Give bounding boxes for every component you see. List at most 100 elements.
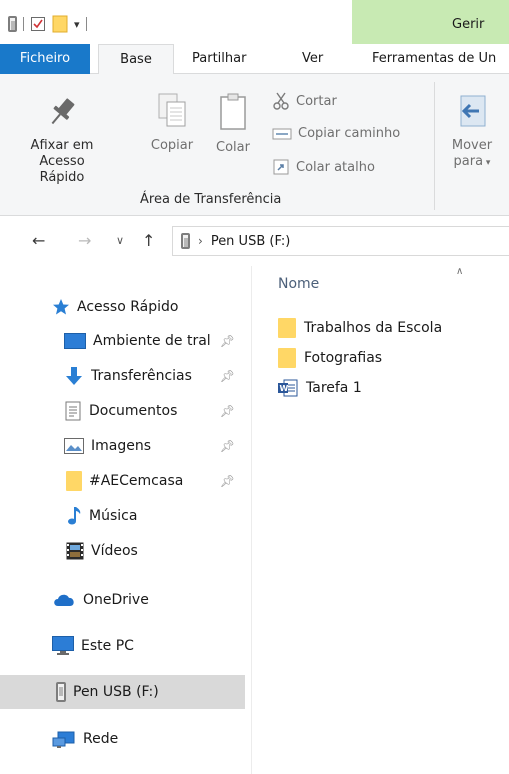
file-list-pane: ∧ Nome Trabalhos da Escola Fotografias W… [252,266,509,774]
title-bar: ▾ Gerir [0,0,509,44]
scissors-icon [273,92,289,110]
paste-button[interactable]: Colar [208,92,258,156]
file-name: Fotografias [304,350,383,366]
pin-icon[interactable]: 📌︎ [220,439,235,453]
file-name: Trabalhos da Escola [304,320,443,336]
up-arrow-icon[interactable]: ↑ [142,231,155,250]
tab-view[interactable]: Ver [302,44,323,74]
forward-arrow-icon[interactable]: → [78,231,91,250]
pin-to-quick-access-button[interactable]: Afixar em Acesso Rápido [22,94,102,186]
pin-icon[interactable]: 📌︎ [220,474,235,488]
nav-item-network[interactable]: Rede [0,722,245,756]
back-arrow-icon[interactable]: ← [32,231,45,250]
desktop-icon [64,333,86,349]
usb-drive-icon [181,233,190,249]
tab-home[interactable]: Base [98,44,174,75]
usb-drive-icon [8,16,17,32]
folder-icon [278,348,296,368]
pin-label-line2: Acesso Rápido [39,154,85,185]
cut-button[interactable]: Cortar [272,92,337,110]
move-to-dropdown-icon: ▾ [483,158,491,168]
nav-label: Pen USB (F:) [73,684,159,700]
clipboard-icon [220,93,246,130]
nav-label: #AECemcasa [89,473,184,489]
nav-label: OneDrive [83,592,149,608]
copy-icon [158,93,186,127]
pin-icon [51,98,75,125]
manage-contextual-label[interactable]: Gerir [452,17,484,32]
nav-item-aecemcasa[interactable]: #AECemcasa 📌︎ [0,464,245,498]
document-icon [65,401,81,421]
navigation-pane: Acesso Rápido Ambiente de tral 📌︎ Transf… [0,266,252,774]
manage-contextual-band [352,0,509,44]
recent-locations-chevron-icon[interactable]: ∨ [116,234,124,247]
nav-label: Documentos [89,403,178,419]
ribbon-tab-strip: Ficheiro Base Partilhar Ver Ferramentas … [0,44,509,75]
nav-item-onedrive[interactable]: OneDrive [0,583,245,617]
move-to-label-line2: para [453,154,484,169]
address-input[interactable]: › Pen USB (F:) [172,226,509,256]
pin-icon[interactable]: 📌︎ [220,369,235,383]
breadcrumb-location[interactable]: Pen USB (F:) [211,234,291,249]
paste-label: Colar [216,140,250,155]
nav-item-usb-drive[interactable]: Pen USB (F:) [0,675,245,709]
paste-shortcut-label: Colar atalho [296,159,375,175]
column-header-name[interactable]: Nome [278,276,319,292]
paste-shortcut-button[interactable]: Colar atalho [272,158,375,176]
address-bar-row: ← → ∨ ↑ › Pen USB (F:) [0,216,509,266]
customize-toolbar-dropdown-icon[interactable]: ▾ [74,18,80,31]
nav-item-documents[interactable]: Documentos 📌︎ [0,394,245,428]
toolbar-separator [85,17,87,31]
copy-path-label: Copiar caminho [298,126,401,141]
nav-item-desktop[interactable]: Ambiente de tral 📌︎ [0,324,245,358]
pin-icon[interactable]: 📌︎ [220,334,235,348]
copy-path-icon [272,128,292,139]
file-name: Tarefa 1 [306,380,362,396]
nav-item-videos[interactable]: Vídeos [0,534,245,568]
nav-item-pictures[interactable]: Imagens 📌︎ [0,429,245,463]
computer-icon [52,636,74,655]
sort-ascending-icon: ∧ [456,266,464,277]
copy-label: Copiar [150,138,194,153]
ribbon-group-separator [434,82,435,210]
folder-icon [66,471,82,491]
list-item[interactable]: Fotografias [278,344,382,372]
ribbon-home: Afixar em Acesso Rápido Copiar Colar Cor… [0,74,509,216]
film-icon [66,542,84,560]
paste-shortcut-icon [273,159,289,175]
svg-text:W: W [280,384,289,393]
nav-label: Imagens [91,438,152,454]
download-arrow-icon [66,367,82,385]
list-item[interactable]: Trabalhos da Escola [278,314,442,342]
nav-item-downloads[interactable]: Transferências 📌︎ [0,359,245,393]
cloud-icon [54,594,74,606]
pin-icon[interactable]: 📌︎ [220,404,235,418]
toolbar-separator [23,17,24,31]
pictures-icon [64,438,84,454]
quick-access-toolbar: ▾ [8,14,87,34]
move-to-icon [460,95,486,127]
copy-button[interactable]: Copiar [142,92,202,154]
word-document-icon: W [278,379,298,397]
pin-label-line1: Afixar em [30,138,94,153]
folder-icon [278,318,296,338]
music-note-icon [68,507,81,525]
nav-label: Rede [83,731,119,747]
nav-item-this-pc[interactable]: Este PC [0,629,245,663]
network-icon [52,731,75,748]
copy-path-button[interactable]: Copiar caminho [272,126,400,141]
nav-item-music[interactable]: Música [0,499,245,533]
new-folder-icon[interactable] [52,15,68,33]
tab-drive-tools[interactable]: Ferramentas de Un [372,44,496,74]
nav-item-quick-access[interactable]: Acesso Rápido [0,290,245,324]
properties-check-icon[interactable] [30,16,46,32]
nav-label: Ambiente de tral [93,333,211,349]
star-icon [53,299,69,315]
breadcrumb-chevron-icon[interactable]: › [198,234,203,248]
nav-label: Acesso Rápido [77,299,179,315]
tab-share[interactable]: Partilhar [192,44,246,74]
move-to-button[interactable]: Mover para ▾ [444,92,500,171]
list-item[interactable]: W Tarefa 1 [278,374,362,402]
tab-file[interactable]: Ficheiro [0,44,90,74]
nav-label: Este PC [81,638,134,654]
